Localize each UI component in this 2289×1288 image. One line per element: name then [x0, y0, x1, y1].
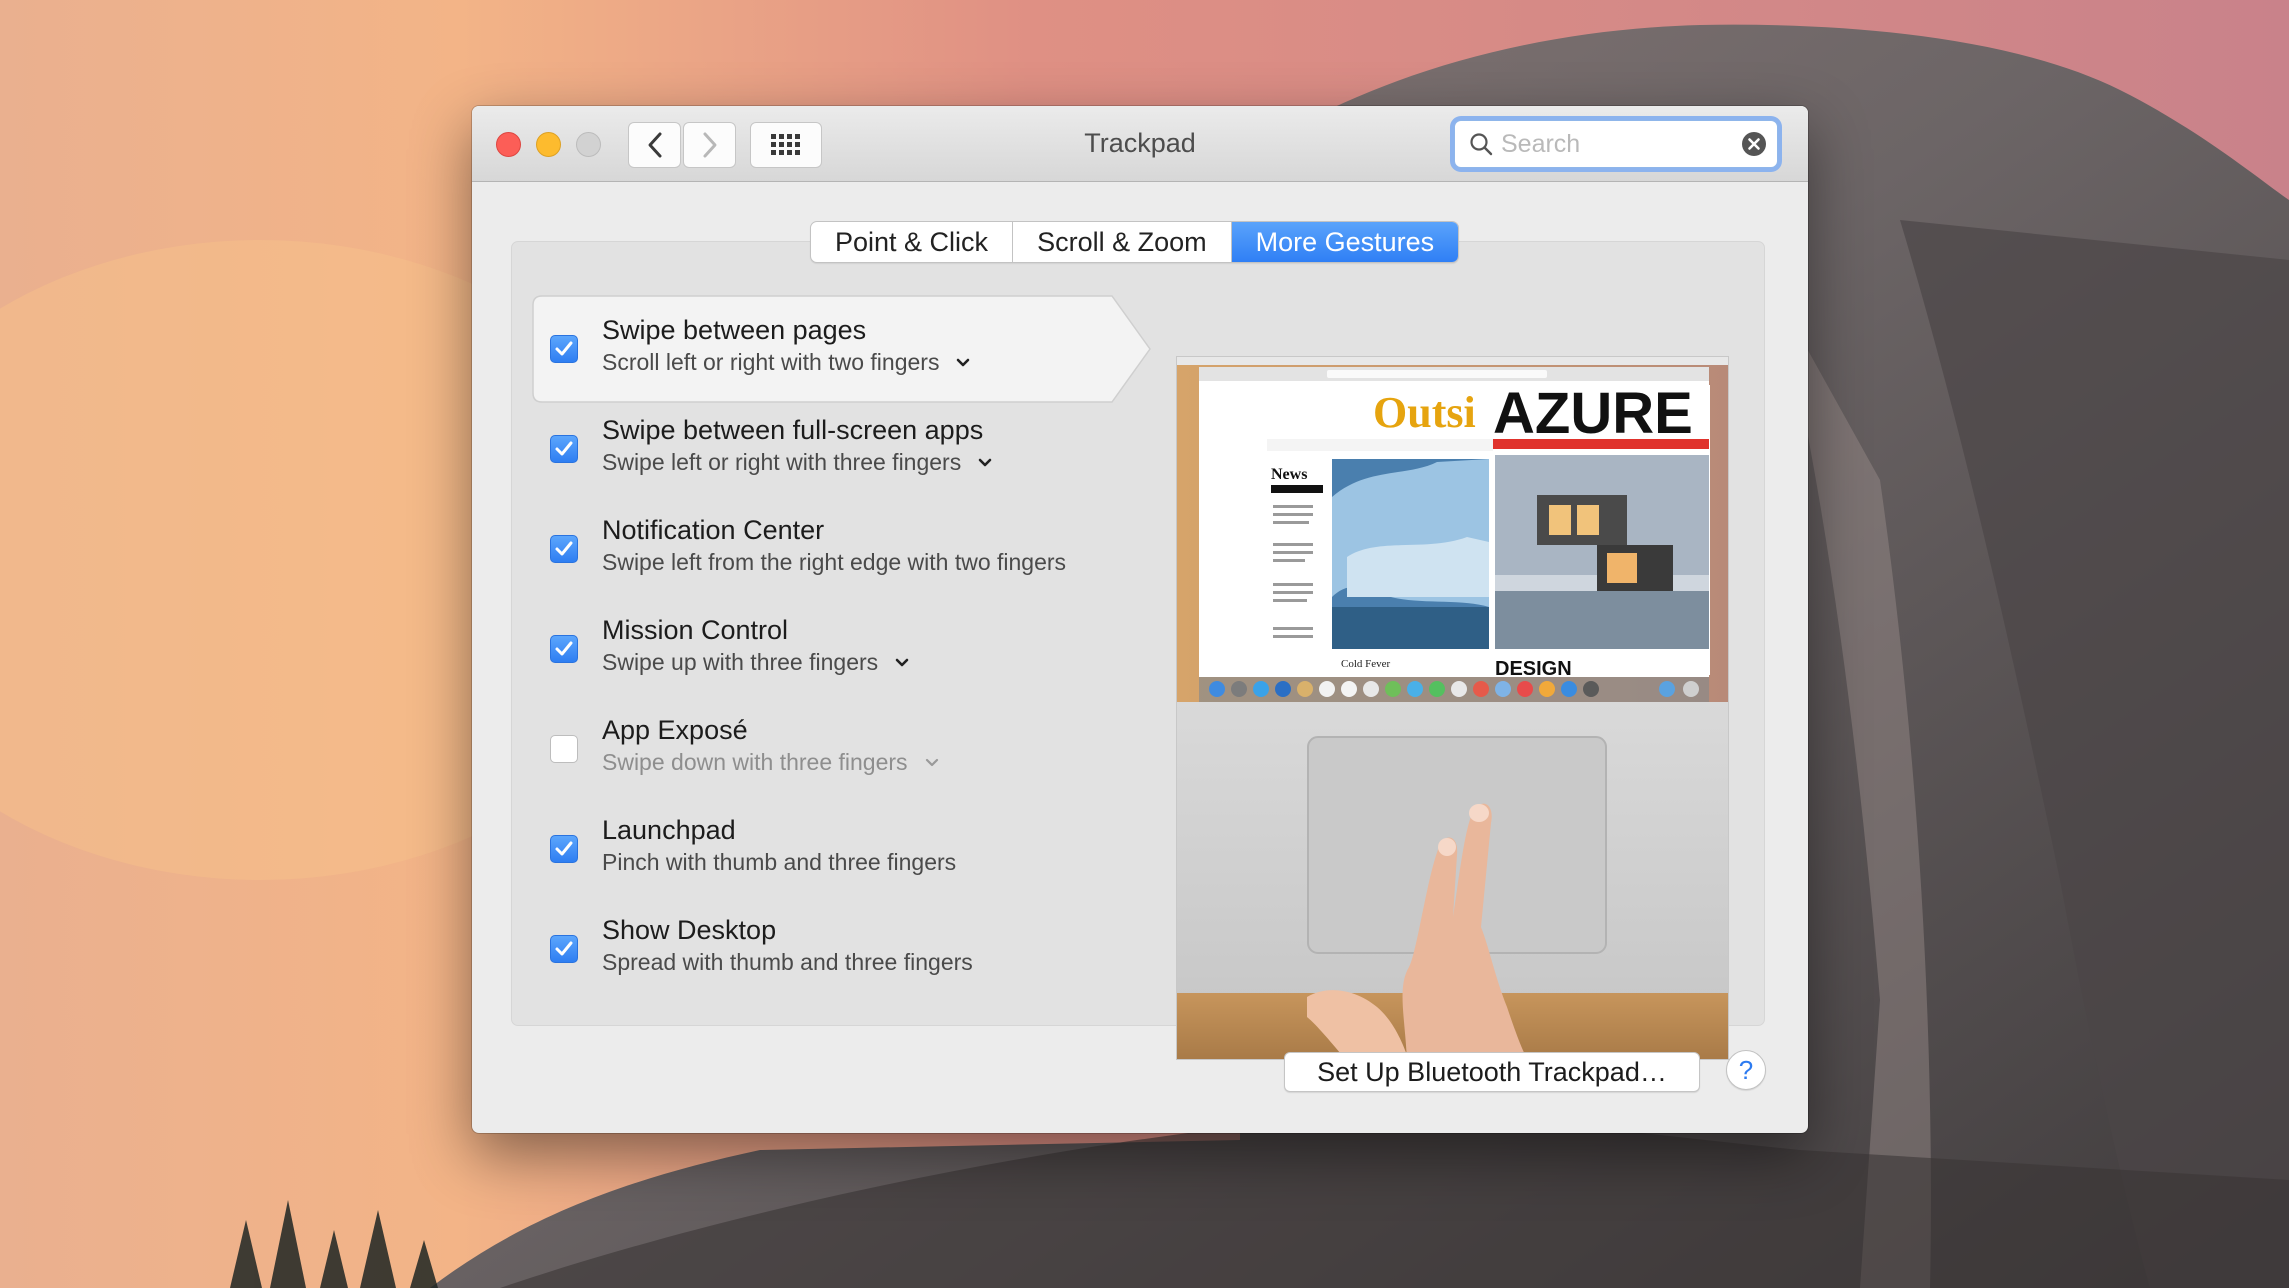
gesture-subtitle: Swipe left or right with three fingers: [602, 449, 962, 475]
gesture-subtitle: Pinch with thumb and three fingers: [602, 849, 957, 875]
grid-icon: [771, 134, 800, 155]
checkmark-icon: [555, 541, 573, 556]
search-input[interactable]: [1501, 129, 1731, 159]
gesture-subtitle: Scroll left or right with two fingers: [602, 349, 940, 375]
gesture-preview-video: Outsi AZURE News Cold Fever DESIGN: [1176, 356, 1729, 1060]
preview-illustration: Outsi AZURE News Cold Fever DESIGN: [1177, 357, 1728, 1059]
setup-bluetooth-trackpad-button[interactable]: Set Up Bluetooth Trackpad…: [1284, 1052, 1700, 1092]
checkbox-launchpad[interactable]: [550, 835, 578, 863]
trackpad-preferences-window: Trackpad Point & Click Scroll & Zoom Mor…: [472, 106, 1808, 1133]
gesture-subtitle: Spread with thumb and three fingers: [602, 949, 973, 975]
gesture-option-menu[interactable]: Swipe down with three fingers: [602, 749, 940, 776]
gesture-title: Mission Control: [602, 615, 789, 645]
gesture-launchpad[interactable]: Launchpad Pinch with thumb and three fin…: [532, 797, 1152, 901]
checkbox-swipe-between-pages[interactable]: [550, 335, 578, 363]
forward-button[interactable]: [683, 122, 736, 168]
tab-bar: Point & Click Scroll & Zoom More Gesture…: [810, 221, 1460, 263]
gesture-subtitle: Swipe up with three fingers: [602, 649, 879, 675]
checkmark-icon: [555, 441, 573, 456]
tab-more-gestures[interactable]: More Gestures: [1231, 222, 1459, 262]
show-all-button[interactable]: [750, 122, 822, 168]
gestures-panel: Swipe between pages Scroll left or right…: [511, 241, 1765, 1060]
checkbox-swipe-full-screen-apps[interactable]: [550, 435, 578, 463]
gesture-app-expose[interactable]: App Exposé Swipe down with three fingers: [532, 697, 1152, 801]
gesture-title: Swipe between pages: [602, 315, 867, 345]
gesture-subtitle: Swipe down with three fingers: [602, 749, 908, 775]
checkbox-show-desktop[interactable]: [550, 935, 578, 963]
chevron-down-icon: [978, 458, 992, 466]
gesture-show-desktop[interactable]: Show Desktop Spread with thumb and three…: [532, 897, 1152, 1001]
checkmark-icon: [555, 841, 573, 856]
gesture-option-menu[interactable]: Swipe up with three fingers: [602, 649, 910, 676]
gesture-title: Show Desktop: [602, 915, 777, 945]
gesture-title: Launchpad: [602, 815, 736, 845]
gesture-title: App Exposé: [602, 715, 748, 745]
gesture-option-menu[interactable]: Scroll left or right with two fingers: [602, 349, 971, 376]
tab-scroll-zoom[interactable]: Scroll & Zoom: [1013, 222, 1232, 262]
checkbox-app-expose[interactable]: [550, 735, 578, 763]
chevron-left-icon: [648, 132, 661, 158]
chevron-down-icon: [925, 758, 938, 766]
gesture-notification-center[interactable]: Notification Center Swipe left from the …: [532, 497, 1152, 601]
gesture-title: Swipe between full-screen apps: [602, 415, 984, 445]
search-field[interactable]: [1454, 120, 1778, 168]
checkmark-icon: [555, 641, 573, 656]
preview-footer-word: DESIGN: [1495, 658, 1572, 680]
zoom-window-button[interactable]: [576, 132, 601, 157]
tab-point-click[interactable]: Point & Click: [811, 222, 1014, 262]
gesture-title: Notification Center: [602, 515, 825, 545]
minimize-window-button[interactable]: [536, 132, 561, 157]
preview-brand-text: Outsi: [1373, 388, 1476, 437]
checkbox-mission-control[interactable]: [550, 635, 578, 663]
chevron-down-icon: [895, 658, 909, 666]
checkbox-notification-center[interactable]: [550, 535, 578, 563]
gesture-option-menu[interactable]: Swipe left or right with three fingers: [602, 449, 993, 476]
clear-search-icon[interactable]: [1741, 131, 1767, 157]
close-window-button[interactable]: [496, 132, 521, 157]
gesture-subtitle: Swipe left from the right edge with two …: [602, 549, 1067, 575]
gesture-mission-control[interactable]: Mission Control Swipe up with three fing…: [532, 597, 1152, 701]
preview-headline-text: AZURE: [1493, 381, 1693, 446]
preview-caption-text: Cold Fever: [1341, 658, 1391, 670]
checkmark-icon: [555, 941, 573, 956]
chevron-down-icon: [957, 358, 970, 366]
preferences-content: Point & Click Scroll & Zoom More Gesture…: [472, 183, 1808, 1133]
preview-section-text: News: [1271, 466, 1307, 483]
chevron-right-icon: [703, 132, 716, 158]
checkmark-icon: [555, 341, 573, 356]
help-button[interactable]: ?: [1726, 1050, 1766, 1090]
gesture-swipe-between-pages[interactable]: Swipe between pages Scroll left or right…: [532, 297, 1152, 401]
gesture-swipe-full-screen-apps[interactable]: Swipe between full-screen apps Swipe lef…: [532, 397, 1152, 501]
title-bar: Trackpad: [472, 106, 1808, 182]
back-button[interactable]: [628, 122, 681, 168]
search-icon: [1470, 133, 1493, 156]
